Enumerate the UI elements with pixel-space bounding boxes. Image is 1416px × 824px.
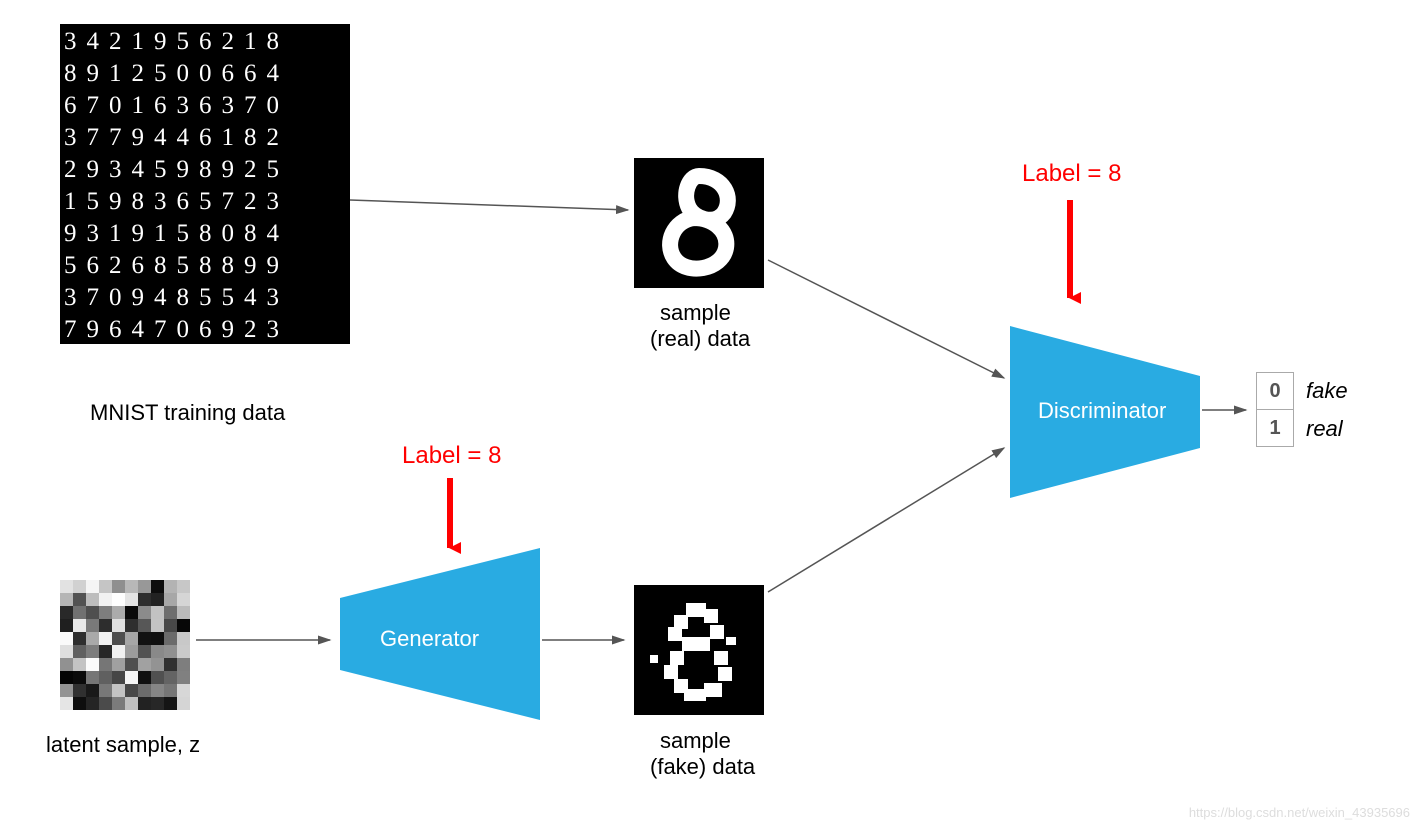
discriminator-label: Discriminator xyxy=(1038,398,1166,424)
output-0-box: 0 xyxy=(1256,372,1294,410)
arrow-real-to-disc xyxy=(768,260,1004,378)
generator-label: Generator xyxy=(380,626,479,652)
arrow-mnist-to-real xyxy=(350,200,628,210)
watermark: https://blog.csdn.net/weixin_43935696 xyxy=(1189,805,1410,820)
arrow-fake-to-disc xyxy=(768,448,1004,592)
disc-input-label: Label = 8 xyxy=(1022,160,1121,188)
output-0-text: fake xyxy=(1306,378,1348,404)
output-1-box: 1 xyxy=(1256,409,1294,447)
output-1-text: real xyxy=(1306,416,1343,442)
gen-input-label: Label = 8 xyxy=(402,442,501,470)
